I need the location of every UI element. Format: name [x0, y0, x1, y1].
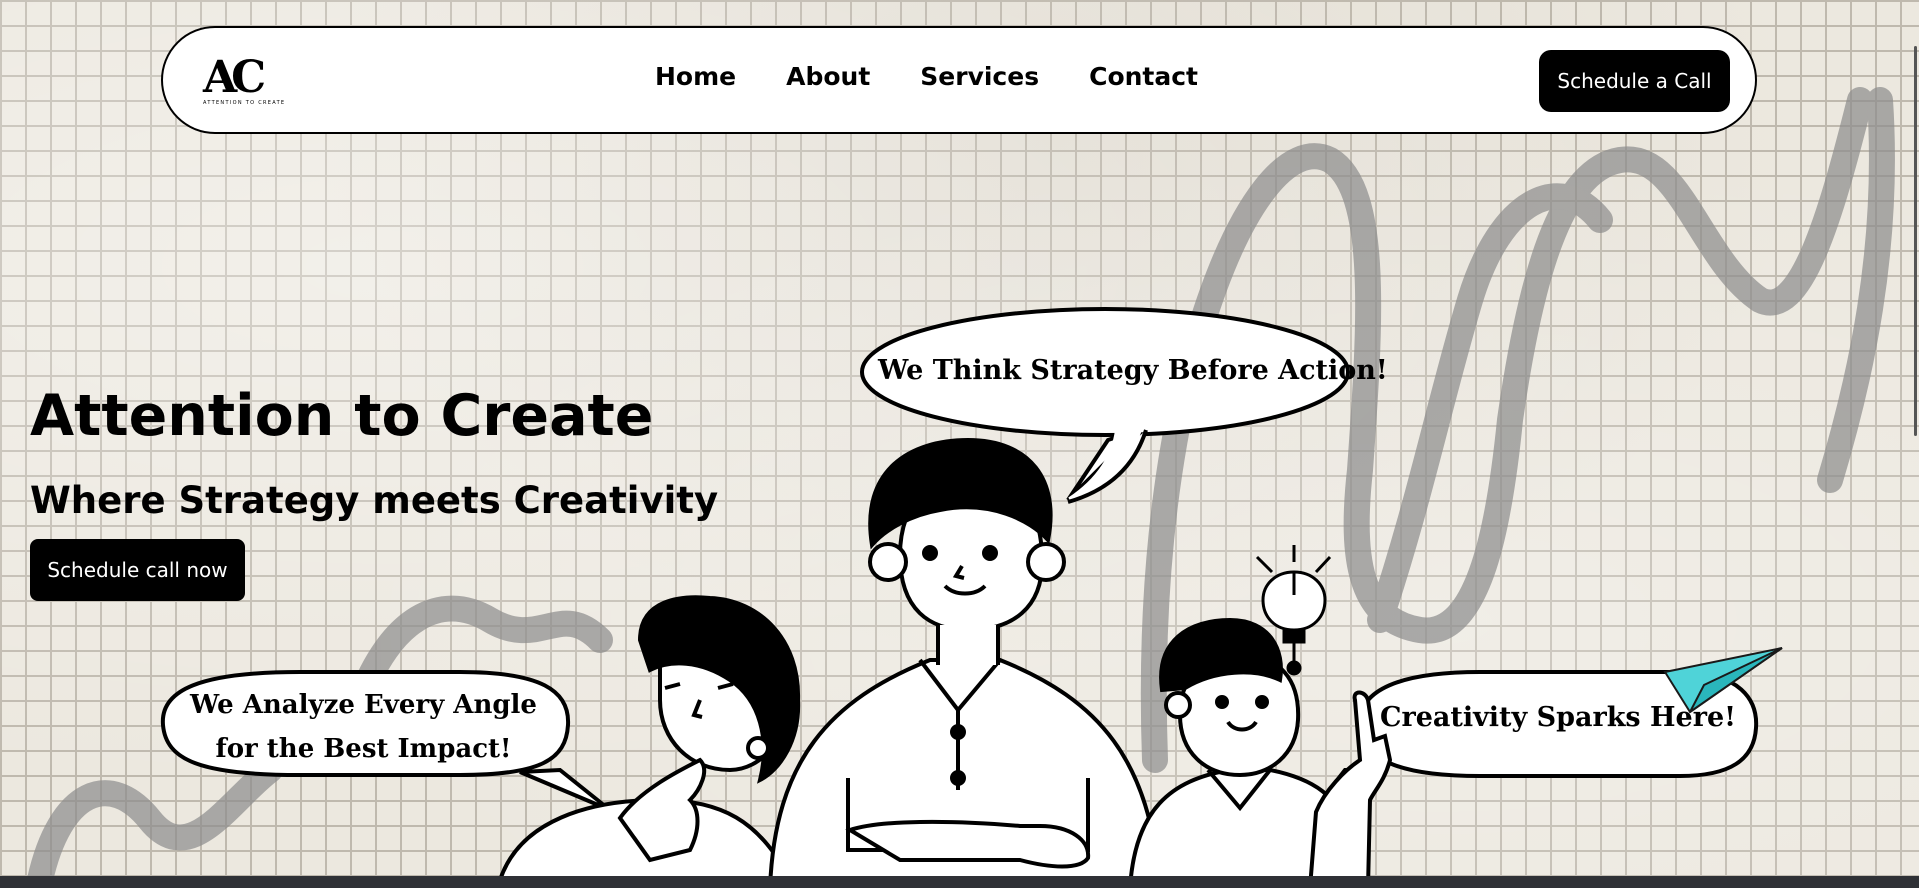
- bubble-analyze-line2: for the Best Impact!: [215, 734, 512, 764]
- bubble-creativity-text: Creativity Sparks Here!: [1380, 702, 1736, 733]
- person-idea: [1127, 617, 1393, 888]
- bubble-analyze-text: We Analyze Every Angle for the Best Impa…: [166, 683, 561, 771]
- person-center: [767, 437, 1163, 888]
- os-taskbar: [0, 876, 1919, 888]
- bubble-analyze-line1: We Analyze Every Angle: [190, 690, 537, 720]
- bubble-strategy-text: We Think Strategy Before Action!: [878, 355, 1388, 386]
- scrollbar[interactable]: [1914, 46, 1917, 436]
